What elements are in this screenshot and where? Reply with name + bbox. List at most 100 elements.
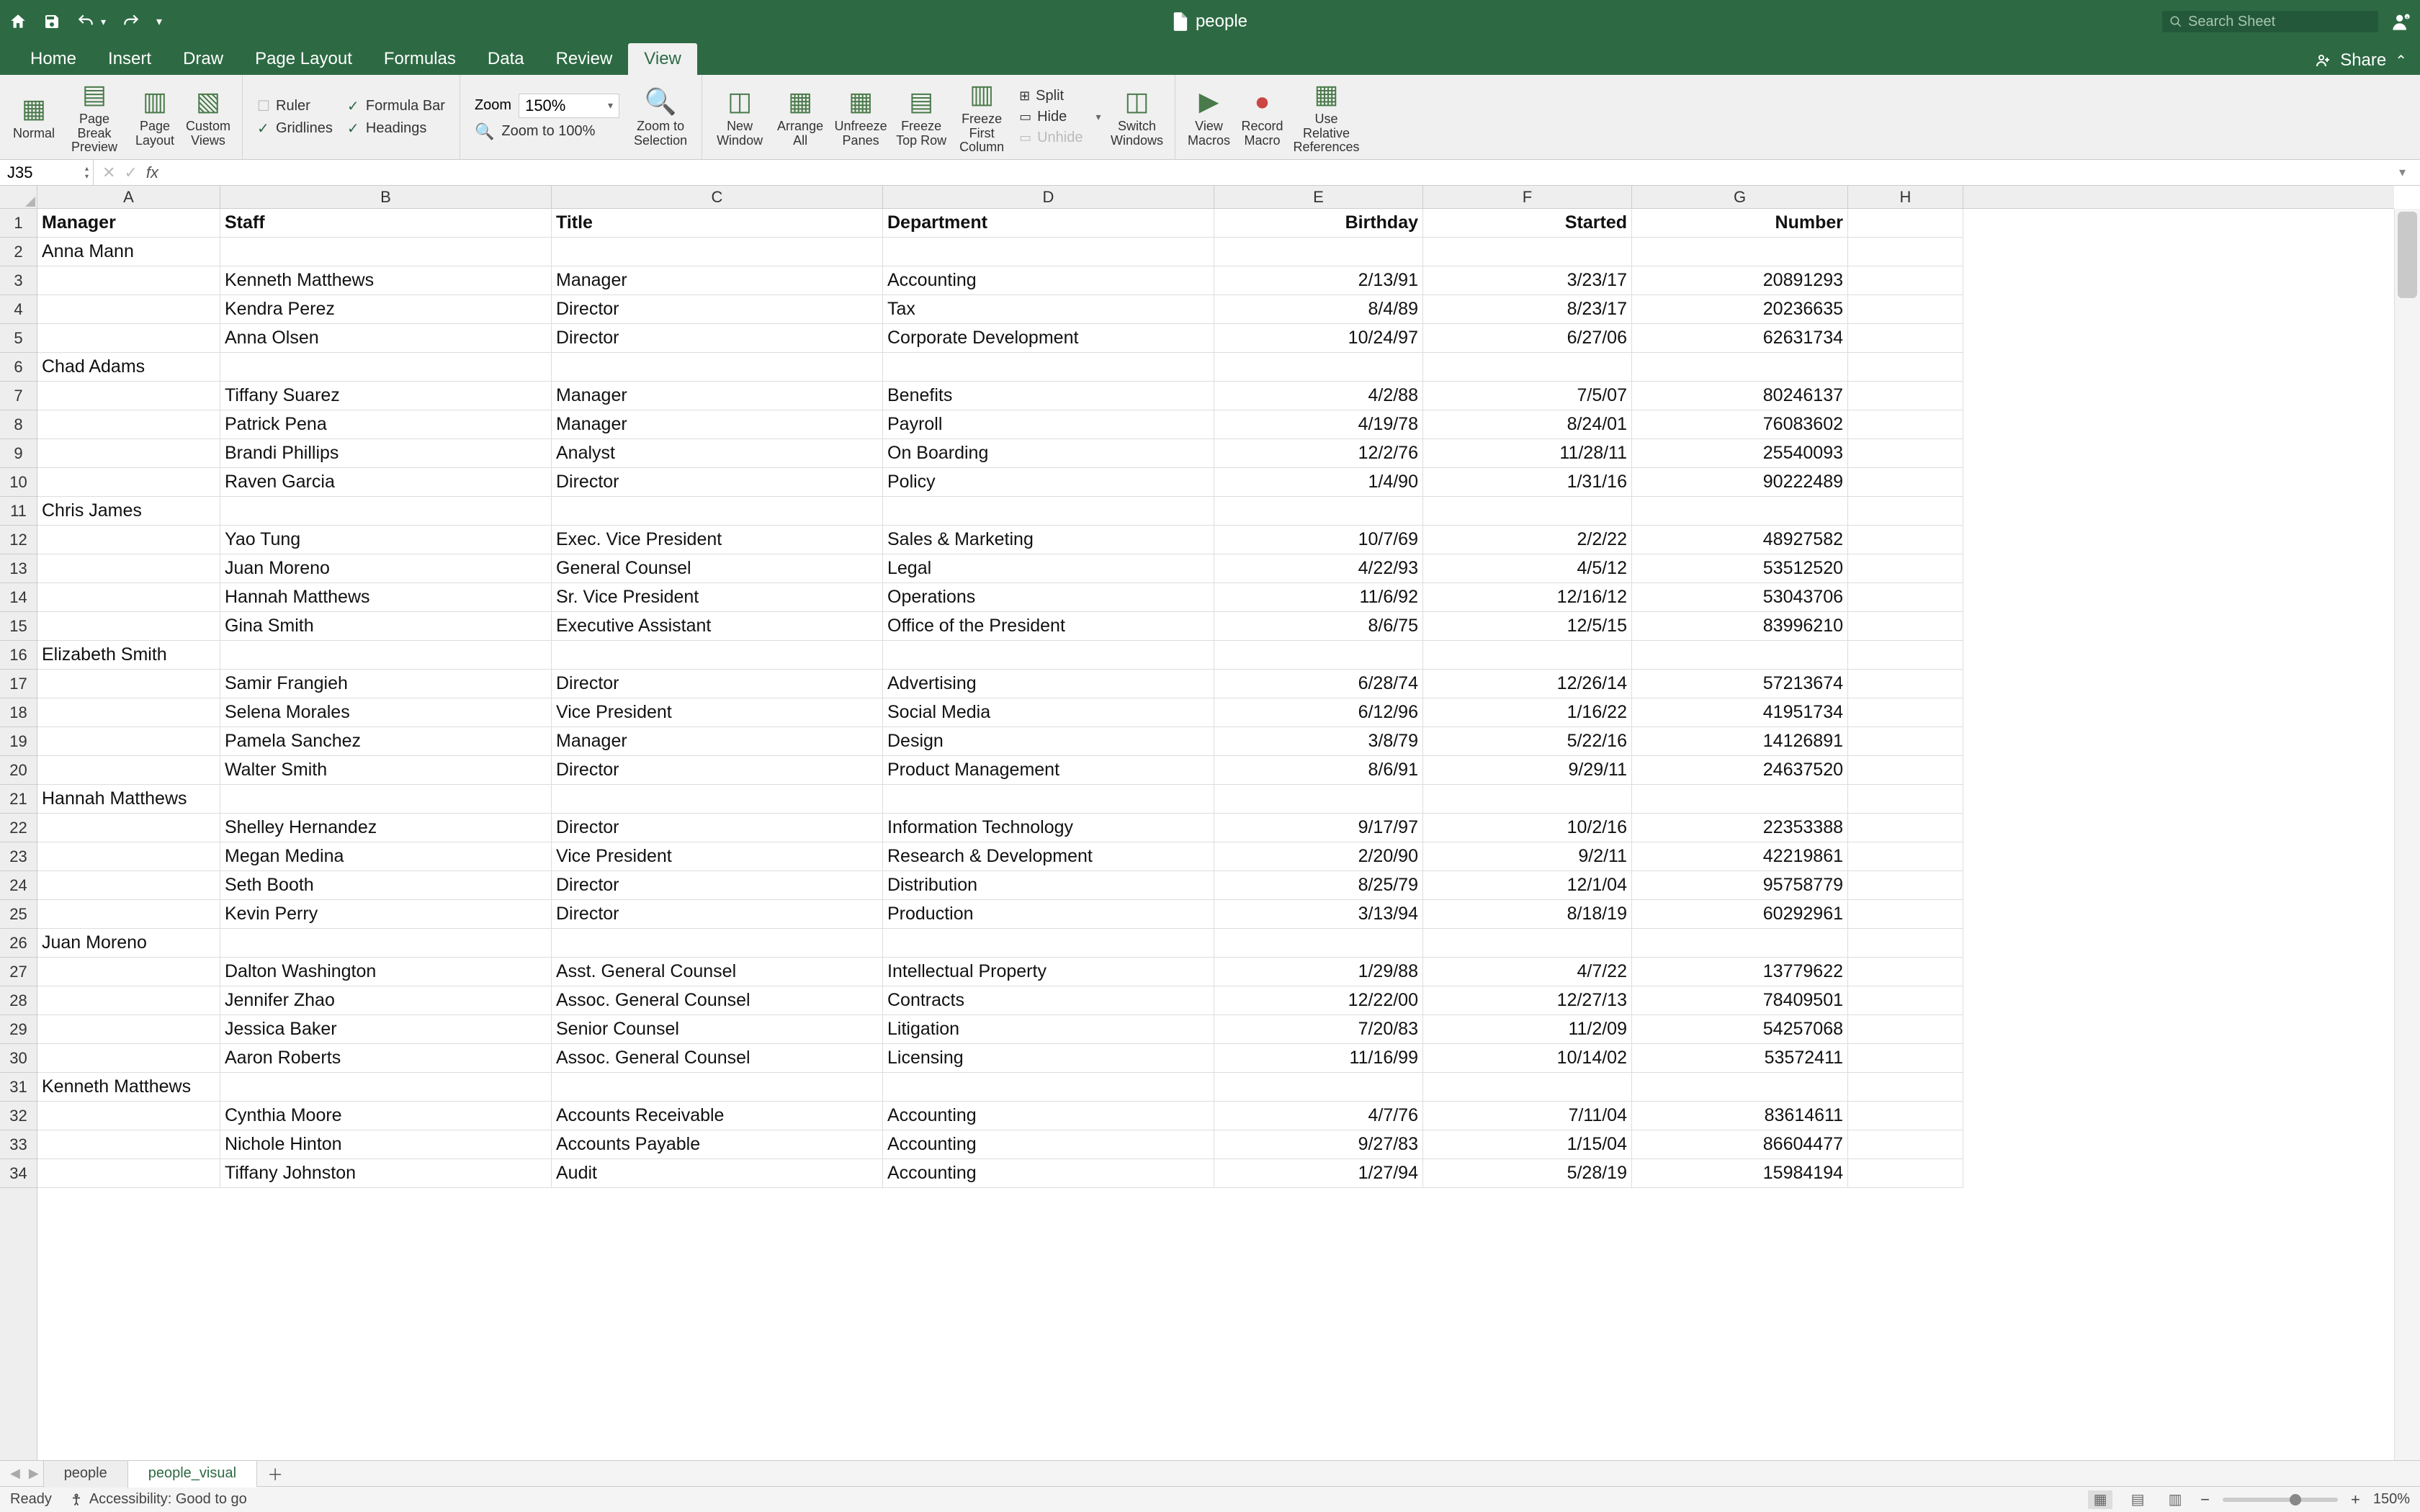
cell[interactable] [1848,958,1963,986]
cell[interactable]: 12/22/00 [1214,986,1423,1015]
cell[interactable]: Sr. Vice President [552,583,883,612]
cell[interactable]: Vice President [552,842,883,871]
row-header[interactable]: 25 [0,900,37,929]
hide-button[interactable]: ▭Hide [1019,109,1083,125]
cell[interactable]: Product Management [883,756,1214,785]
cell[interactable] [1848,1130,1963,1159]
cell[interactable] [220,641,552,670]
cell[interactable]: 11/16/99 [1214,1044,1423,1073]
cell[interactable]: Licensing [883,1044,1214,1073]
row-header[interactable]: 32 [0,1102,37,1130]
cell[interactable]: Asst. General Counsel [552,958,883,986]
cell[interactable] [220,1073,552,1102]
cell[interactable] [1214,1073,1423,1102]
formula-bar-checkbox[interactable]: ✓Formula Bar [347,97,445,115]
cell[interactable] [1848,209,1963,238]
row-header[interactable]: 19 [0,727,37,756]
cell[interactable]: 12/5/15 [1423,612,1632,641]
cell[interactable] [1423,1073,1632,1102]
cell[interactable]: Sales & Marketing [883,526,1214,554]
row-header[interactable]: 8 [0,410,37,439]
cell[interactable]: 12/1/04 [1423,871,1632,900]
cell[interactable] [883,497,1214,526]
cell[interactable]: 76083602 [1632,410,1848,439]
cell[interactable]: Social Media [883,698,1214,727]
cell[interactable]: Gina Smith [220,612,552,641]
cell[interactable]: 11/28/11 [1423,439,1632,468]
row-header[interactable]: 6 [0,353,37,382]
cell[interactable]: Senior Counsel [552,1015,883,1044]
cell[interactable] [883,238,1214,266]
cell[interactable]: 4/7/76 [1214,1102,1423,1130]
cell[interactable]: Accounting [883,1102,1214,1130]
cell[interactable]: Office of the President [883,612,1214,641]
cell[interactable] [1848,410,1963,439]
cell[interactable]: Staff [220,209,552,238]
cell[interactable]: 83614611 [1632,1102,1848,1130]
row-header[interactable]: 20 [0,756,37,785]
view-macros-button[interactable]: ▶View Macros [1184,79,1234,155]
cell[interactable]: 86604477 [1632,1130,1848,1159]
cell[interactable] [1848,1159,1963,1188]
cell[interactable]: Director [552,670,883,698]
cell[interactable] [37,295,220,324]
cell[interactable] [1632,1073,1848,1102]
zoom-dropdown[interactable]: 150% ▾ [519,94,619,118]
column-header-H[interactable]: H [1848,186,1963,208]
cell[interactable]: 3/23/17 [1423,266,1632,295]
cell[interactable] [37,814,220,842]
cell[interactable] [1848,324,1963,353]
row-header[interactable]: 16 [0,641,37,670]
row-header[interactable]: 30 [0,1044,37,1073]
cell[interactable] [552,238,883,266]
cell[interactable] [1848,785,1963,814]
cell[interactable]: Patrick Pena [220,410,552,439]
cell[interactable]: 7/11/04 [1423,1102,1632,1130]
cell[interactable]: 11/2/09 [1423,1015,1632,1044]
gridlines-checkbox[interactable]: ✓Gridlines [257,120,333,138]
cell[interactable]: Manager [552,727,883,756]
row-header[interactable]: 17 [0,670,37,698]
scrollbar-thumb[interactable] [2398,212,2417,298]
zoom-in-button[interactable]: + [2351,1490,2360,1509]
cell[interactable] [883,929,1214,958]
freeze-top-row-button[interactable]: ▤Freeze Top Row [892,79,950,155]
cell[interactable]: 14126891 [1632,727,1848,756]
cell[interactable]: Tiffany Suarez [220,382,552,410]
sheet-nav-next-icon[interactable]: ▶ [24,1466,43,1481]
window-dropdown-icon[interactable]: ▾ [1091,111,1105,123]
ribbon-tab-data[interactable]: Data [472,43,540,75]
cell[interactable]: Analyst [552,439,883,468]
row-header[interactable]: 27 [0,958,37,986]
cell[interactable]: Manager [552,266,883,295]
cell[interactable] [37,871,220,900]
cell[interactable]: Manager [552,410,883,439]
sheet-nav-prev-icon[interactable]: ◀ [6,1466,24,1481]
cell[interactable]: Nichole Hinton [220,1130,552,1159]
cell[interactable] [1848,382,1963,410]
cell[interactable]: Payroll [883,410,1214,439]
page-break-preview-button[interactable]: ▤ Page Break Preview [62,79,127,155]
row-header[interactable]: 5 [0,324,37,353]
cell[interactable]: Number [1632,209,1848,238]
cell[interactable] [220,497,552,526]
cell[interactable] [37,1044,220,1073]
cell[interactable]: Chris James [37,497,220,526]
cell[interactable] [37,583,220,612]
name-box[interactable]: J35 ▴▾ [0,160,94,185]
ribbon-tab-formulas[interactable]: Formulas [368,43,472,75]
cell[interactable]: Litigation [883,1015,1214,1044]
cell[interactable] [1848,756,1963,785]
ribbon-tab-insert[interactable]: Insert [92,43,167,75]
cell[interactable]: Audit [552,1159,883,1188]
cell[interactable]: 10/7/69 [1214,526,1423,554]
cell[interactable]: Aaron Roberts [220,1044,552,1073]
cell[interactable]: Samir Frangieh [220,670,552,698]
cell[interactable] [552,497,883,526]
sheet-tab-people_visual[interactable]: people_visual [128,1460,257,1488]
cell[interactable] [1848,727,1963,756]
cell[interactable] [37,698,220,727]
ruler-checkbox[interactable]: ☐Ruler [257,97,333,115]
cell[interactable]: 12/26/14 [1423,670,1632,698]
redo-icon[interactable] [122,12,140,31]
